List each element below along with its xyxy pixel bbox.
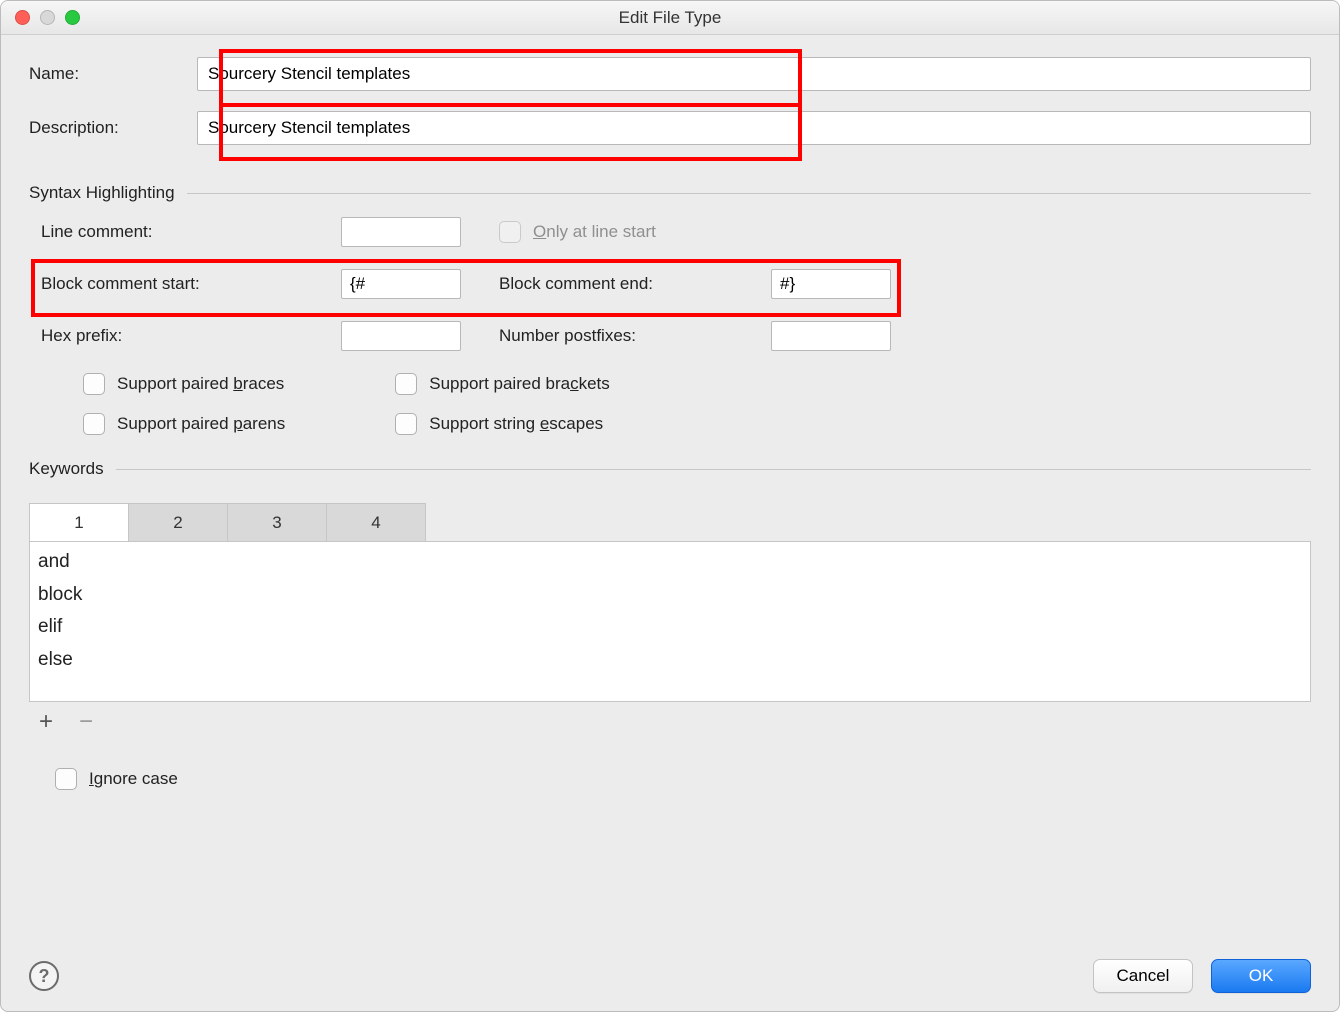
ignore-case-label: Ignore case [89, 769, 178, 789]
dialog-footer: ? Cancel OK [29, 943, 1311, 993]
window-title: Edit File Type [1, 8, 1339, 28]
support-parens-checkbox[interactable] [83, 413, 105, 435]
support-parens-label: Support paired parens [117, 414, 285, 434]
keywords-section-label: Keywords [29, 459, 104, 479]
syntax-section-label: Syntax Highlighting [29, 183, 175, 203]
cancel-button[interactable]: Cancel [1093, 959, 1193, 993]
only-at-line-start-label: Only at line start [533, 222, 656, 242]
ok-button[interactable]: OK [1211, 959, 1311, 993]
hex-prefix-label: Hex prefix: [41, 326, 341, 346]
add-icon[interactable]: + [35, 710, 57, 732]
tab-2[interactable]: 2 [128, 503, 228, 541]
name-label: Name: [29, 64, 197, 84]
block-comment-start-label: Block comment start: [41, 274, 341, 294]
close-icon[interactable] [15, 10, 30, 25]
keywords-list[interactable]: and block elif else [29, 542, 1311, 702]
support-braces-checkbox[interactable] [83, 373, 105, 395]
remove-icon[interactable]: − [75, 710, 97, 732]
description-label: Description: [29, 118, 197, 138]
list-item[interactable]: elif [30, 611, 1310, 644]
only-at-line-start-checkbox [499, 221, 521, 243]
number-postfixes-input[interactable] [771, 321, 891, 351]
only-at-line-start: Only at line start [499, 221, 901, 243]
edit-file-type-dialog: Edit File Type Name: Description: Syntax… [0, 0, 1340, 1012]
block-comment-start-input[interactable] [341, 269, 461, 299]
dialog-content: Name: Description: Syntax Highlighting L… [1, 35, 1339, 1011]
support-braces-label: Support paired braces [117, 374, 284, 394]
titlebar: Edit File Type [1, 1, 1339, 35]
tab-3[interactable]: 3 [227, 503, 327, 541]
name-input[interactable] [197, 57, 1311, 91]
support-brackets-label: Support paired brackets [429, 374, 610, 394]
line-comment-input[interactable] [341, 217, 461, 247]
block-comment-end-label: Block comment end: [499, 274, 771, 294]
line-comment-label: Line comment: [41, 222, 341, 242]
list-item[interactable]: and [30, 546, 1310, 579]
minimize-icon [40, 10, 55, 25]
syntax-section-title: Syntax Highlighting [29, 183, 1311, 203]
support-brackets-checkbox[interactable] [395, 373, 417, 395]
number-postfixes-label: Number postfixes: [499, 326, 771, 346]
tab-4[interactable]: 4 [326, 503, 426, 541]
support-options: Support paired braces Support paired par… [29, 373, 1311, 435]
zoom-icon[interactable] [65, 10, 80, 25]
tab-1[interactable]: 1 [29, 503, 129, 541]
list-item[interactable]: block [30, 579, 1310, 612]
description-input[interactable] [197, 111, 1311, 145]
window-controls [1, 10, 80, 25]
hex-prefix-input[interactable] [341, 321, 461, 351]
list-actions: + − [29, 710, 1311, 732]
keywords-tabs: 1 2 3 4 [29, 503, 1311, 542]
support-escapes-checkbox[interactable] [395, 413, 417, 435]
block-comment-end-input[interactable] [771, 269, 891, 299]
keywords-section-title: Keywords [29, 459, 1311, 479]
ignore-case: Ignore case [29, 768, 1311, 790]
list-item[interactable]: else [30, 644, 1310, 677]
support-escapes-label: Support string escapes [429, 414, 603, 434]
help-icon[interactable]: ? [29, 961, 59, 991]
ignore-case-checkbox[interactable] [55, 768, 77, 790]
syntax-grid: Line comment: Only at line start Block c… [29, 217, 1311, 351]
